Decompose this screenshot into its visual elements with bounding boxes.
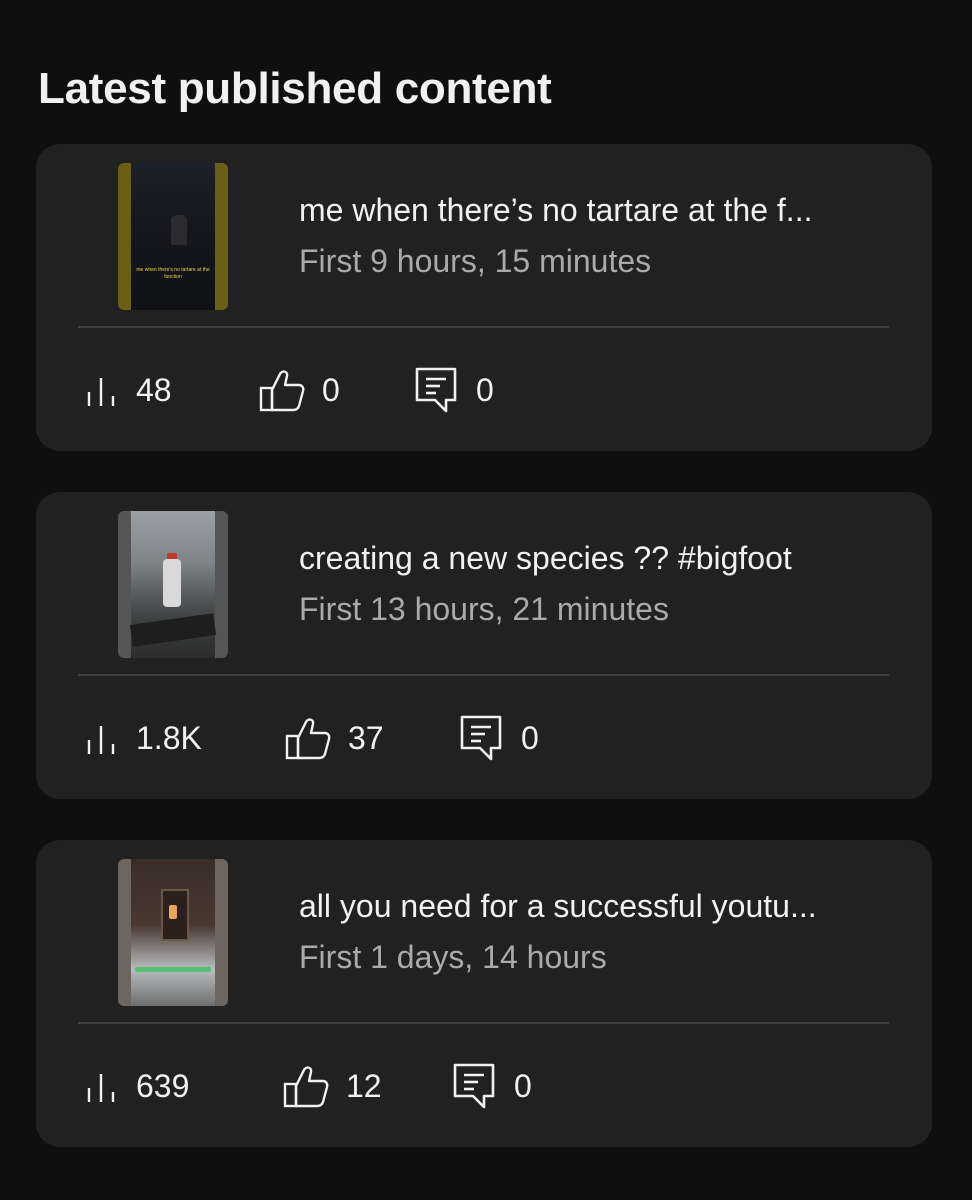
video-age: First 1 days, 14 hours [299, 939, 607, 975]
video-age: First 13 hours, 21 minutes [299, 591, 669, 627]
thumbs-up-icon [285, 718, 331, 760]
content-card[interactable]: all you need for a successful youtu... F… [36, 840, 932, 1147]
content-card[interactable]: me when there's no tartare at the functi… [36, 144, 932, 451]
views-count: 639 [136, 1067, 190, 1104]
views-stat: 1.8K [84, 714, 202, 762]
thumbnail-light [169, 905, 177, 919]
likes-count: 12 [346, 1067, 382, 1104]
section-title: Latest published content [38, 64, 552, 113]
comment-icon [453, 1063, 495, 1109]
video-title[interactable]: creating a new species ?? #bigfoot [299, 540, 899, 577]
comments-count: 0 [476, 371, 494, 408]
likes-count: 0 [322, 371, 340, 408]
bar-chart-icon [87, 726, 115, 754]
thumbnail-scope [129, 613, 217, 647]
video-title[interactable]: me when there’s no tartare at the f... [299, 192, 899, 229]
views-stat: 48 [84, 366, 172, 414]
bar-chart-icon [87, 378, 115, 406]
card-divider [78, 674, 889, 676]
views-count: 48 [136, 371, 172, 408]
comment-icon [460, 715, 502, 761]
views-count: 1.8K [136, 719, 202, 756]
content-card[interactable]: creating a new species ?? #bigfoot First… [36, 492, 932, 799]
thumbnail-image [131, 859, 215, 1006]
comments-stat: 0 [414, 366, 494, 414]
thumbnail-image [129, 511, 217, 658]
card-divider [78, 326, 889, 328]
thumbs-up-icon [259, 370, 305, 412]
comments-count: 0 [521, 719, 539, 756]
likes-count: 37 [348, 719, 384, 756]
thumbnail-image: me when there's no tartare at the functi… [131, 163, 215, 310]
likes-stat: 37 [284, 714, 384, 762]
likes-stat: 0 [258, 366, 340, 414]
video-thumbnail[interactable] [118, 859, 228, 1006]
video-title[interactable]: all you need for a successful youtu... [299, 888, 899, 925]
thumbnail-figure [171, 215, 187, 245]
comments-stat: 0 [452, 1062, 532, 1110]
comments-stat: 0 [459, 714, 539, 762]
thumbnail-caption: me when there's no tartare at the functi… [136, 267, 210, 280]
views-stat: 639 [84, 1062, 189, 1110]
card-divider [78, 1022, 889, 1024]
thumbnail-bottle [163, 559, 181, 607]
comment-icon [415, 367, 457, 413]
bar-chart-icon [87, 1074, 115, 1102]
likes-stat: 12 [282, 1062, 382, 1110]
latest-content-page: Latest published content me when there's… [0, 0, 972, 1200]
thumbs-up-icon [283, 1066, 329, 1108]
video-age: First 9 hours, 15 minutes [299, 243, 652, 279]
comments-count: 0 [514, 1067, 532, 1104]
video-thumbnail[interactable] [118, 511, 228, 658]
thumbnail-caption-bar [135, 967, 211, 972]
video-thumbnail[interactable]: me when there's no tartare at the functi… [118, 163, 228, 310]
